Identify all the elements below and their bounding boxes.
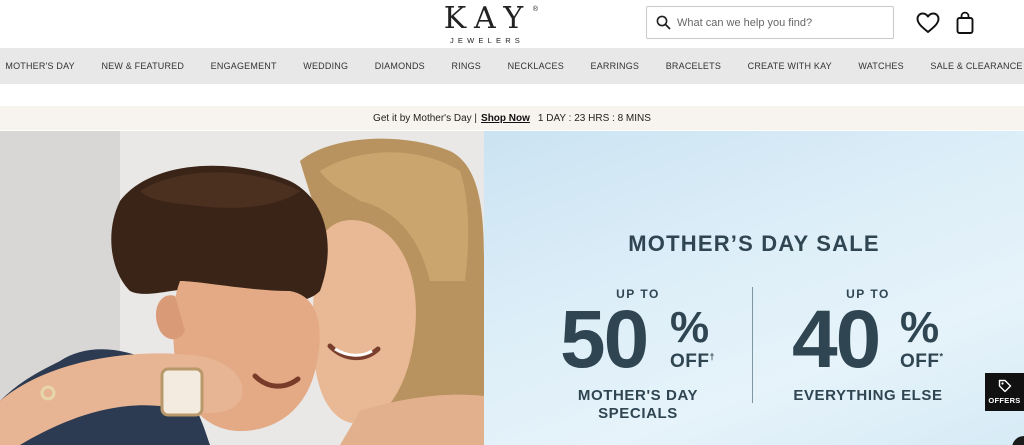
offer-amount: 50 % OFF† [560,295,716,387]
site-header: KAY ® JEWELERS [0,0,1024,48]
offer-off: OFF* [900,351,944,373]
main-navigation: MOTHER'S DAY NEW & FEATURED ENGAGEMENT W… [0,48,1024,84]
nav-item-necklaces[interactable]: NECKLACES [494,61,577,71]
offer-number: 40 [792,294,881,385]
wishlist-button[interactable] [915,10,941,36]
logo-subtitle: JEWELERS [449,36,525,45]
nav-item-mothers-day[interactable]: MOTHER'S DAY [0,61,88,71]
offer-mothers-day-specials[interactable]: UP TO 50 % OFF† MOTHER'S DAY SPECIALS [560,287,716,423]
offer-number: 50 [560,294,649,385]
nav-item-wedding[interactable]: WEDDING [290,61,362,71]
sale-title: MOTHER’S DAY SALE [628,231,880,256]
offer-percent: % [900,303,940,352]
nav-item-new-featured[interactable]: NEW & FEATURED [88,61,197,71]
heart-icon [916,12,940,33]
offer-off: OFF† [670,351,715,373]
hero-photo-mother-and-son[interactable] [0,131,484,445]
nav-item-watches[interactable]: WATCHES [845,61,917,71]
nav-item-bracelets[interactable]: BRACELETS [652,61,734,71]
nav-item-create-with-kay[interactable]: CREATE WITH KAY [734,61,845,71]
logo-registered-mark: ® [532,6,538,13]
offer-footnote-mark: * [939,351,944,362]
hero-banner[interactable]: MOTHER’S DAY SALE UP TO 50 % OFF† MOTHER… [0,131,1024,445]
offers-tab-label: OFFERS [988,396,1021,405]
shopping-bag-icon [956,11,974,34]
offer-off-text: OFF [670,351,710,372]
nav-item-earrings[interactable]: EARRINGS [577,61,652,71]
shop-now-link[interactable]: Shop Now [481,113,530,124]
tag-icon [998,379,1011,393]
offer-percent: % [670,303,710,352]
offer-divider [752,287,753,403]
nav-item-engagement[interactable]: ENGAGEMENT [197,61,290,71]
cart-button[interactable] [952,10,978,36]
promo-banner: Get it by Mother's Day | Shop Now 1 DAY … [0,106,1024,130]
offer-footnote-mark: † [709,351,716,362]
search-box[interactable] [646,6,894,39]
offer-everything-else[interactable]: UP TO 40 % OFF* EVERYTHING ELSE [786,287,950,405]
nav-item-rings[interactable]: RINGS [438,61,494,71]
nav-item-diamonds[interactable]: DIAMONDS [361,61,438,71]
offer-subtitle-line2: SPECIALS [598,405,678,422]
countdown-timer: 1 DAY : 23 HRS : 8 MINS [537,112,651,124]
offer-subtitle-line1: EVERYTHING ELSE [793,387,943,404]
offers-tab-button[interactable]: OFFERS [985,373,1024,411]
sale-panel[interactable]: MOTHER’S DAY SALE UP TO 50 % OFF† MOTHER… [484,131,1024,445]
offer-amount: 40 % OFF* [786,295,950,387]
nav-item-sale-clearance[interactable]: SALE & CLEARANCE [917,61,1024,71]
offer-off-text: OFF [900,351,940,372]
search-input[interactable] [677,7,889,38]
kay-jewelers-logo[interactable]: KAY ® JEWELERS [428,4,540,46]
hero-photo-illustration [0,131,484,445]
offer-subtitle-line1: MOTHER'S DAY [577,387,699,404]
search-icon[interactable] [656,15,671,30]
nav-list: MOTHER'S DAY NEW & FEATURED ENGAGEMENT W… [0,48,1024,84]
logo-wordmark: KAY [443,1,533,36]
promo-text: Get it by Mother's Day | [373,112,478,124]
